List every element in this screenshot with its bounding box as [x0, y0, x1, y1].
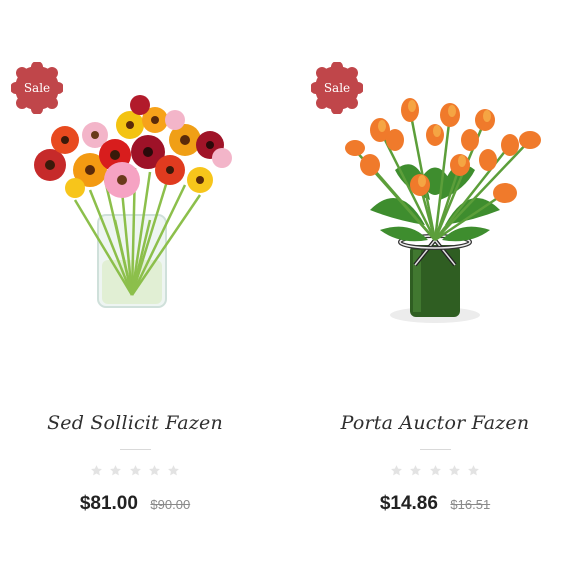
price-row: $14.86 $16.51 [300, 493, 567, 515]
star-icon [149, 465, 160, 476]
star-icon [129, 465, 141, 476]
star-icon [90, 465, 102, 476]
title-divider [420, 449, 451, 450]
star-icon [390, 465, 402, 476]
star-icon [429, 465, 441, 476]
rating-stars [0, 464, 270, 482]
original-price: $90.00 [150, 496, 191, 512]
sale-badge: Sale [311, 62, 363, 114]
sale-badge-label: Sale [23, 81, 51, 95]
star-icon [168, 465, 180, 476]
star-icon [449, 465, 460, 476]
product-title[interactable]: Sed Sollicit Fazen [0, 412, 270, 434]
rating-stars [300, 464, 567, 482]
price-row: $81.00 $90.00 [0, 493, 270, 515]
star-icon [110, 465, 121, 476]
product-card[interactable]: Sale Sed Sollicit Fazen $81.00 $90.00 [0, 0, 270, 583]
star-icon [468, 465, 480, 476]
original-price: $16.51 [450, 496, 491, 512]
sale-price: $81.00 [79, 493, 138, 514]
title-divider [120, 449, 151, 450]
sale-badge: Sale [11, 62, 63, 114]
sale-price: $14.86 [379, 493, 438, 514]
star-icon [410, 465, 421, 476]
product-title[interactable]: Porta Auctor Fazen [300, 412, 567, 434]
sale-badge-label: Sale [323, 81, 351, 95]
product-card[interactable]: Sale Porta Auctor Fazen $14.86 $16.51 [300, 0, 567, 583]
